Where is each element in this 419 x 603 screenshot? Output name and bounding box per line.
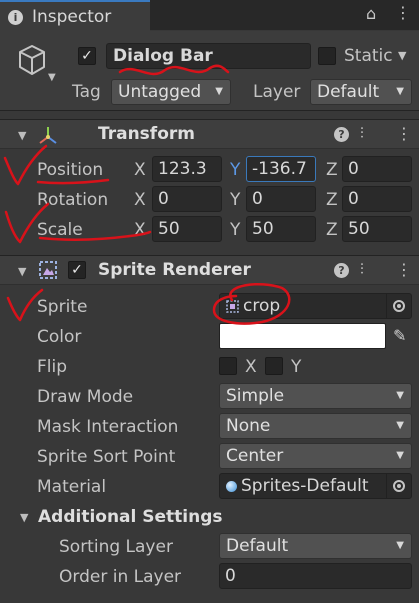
sorting-layer-dropdown[interactable]: Default ▼ — [219, 533, 412, 559]
icon-dropdown-arrow-icon[interactable]: ▼ — [48, 73, 56, 83]
tag-dropdown[interactable]: Untagged ▼ — [111, 79, 231, 105]
position-label: Position — [37, 160, 104, 180]
draw-mode-label: Draw Mode — [37, 387, 134, 407]
kebab-menu-icon[interactable]: ⋮ — [395, 5, 411, 21]
object-picker-icon[interactable] — [386, 474, 411, 498]
mask-interaction-dropdown[interactable]: None ▼ — [219, 413, 412, 439]
mask-interaction-value: None — [226, 416, 271, 436]
preset-sliders-icon[interactable]: ⫶ — [360, 126, 364, 141]
additional-settings-title[interactable]: Additional Settings — [38, 509, 223, 526]
kebab-menu-icon[interactable]: ⋮ — [396, 262, 412, 278]
axis-z-label[interactable]: Z — [326, 192, 338, 209]
position-x-field[interactable]: 123.3 — [152, 156, 222, 182]
axis-y-label[interactable]: Y — [230, 222, 240, 239]
flip-label: Flip — [37, 357, 68, 377]
scale-x-field[interactable]: 50 — [152, 216, 222, 242]
chevron-down-icon: ▼ — [396, 420, 404, 431]
rotation-z-field[interactable]: 0 — [342, 186, 412, 212]
object-name-field[interactable]: Dialog Bar — [106, 43, 311, 69]
position-y-field[interactable]: -136.7 — [246, 156, 316, 182]
sprite-renderer-enabled-checkbox[interactable]: ✓ — [68, 261, 86, 279]
sprite-object-field[interactable]: crop — [219, 293, 412, 319]
axis-z-label[interactable]: Z — [326, 162, 338, 179]
axis-x-label[interactable]: X — [134, 162, 146, 179]
layer-value: Default — [317, 82, 380, 102]
chevron-down-icon: ▼ — [396, 86, 404, 97]
order-in-layer-label: Order in Layer — [59, 567, 182, 587]
layer-label: Layer — [253, 82, 301, 102]
help-icon[interactable]: ? — [334, 263, 349, 278]
sprite-sort-point-dropdown[interactable]: Center ▼ — [219, 443, 412, 469]
sprite-label: Sprite — [37, 297, 88, 317]
layer-dropdown[interactable]: Default ▼ — [310, 79, 412, 105]
foldout-arrow-icon[interactable]: ▼ — [20, 512, 28, 523]
flip-y-label: Y — [291, 357, 302, 377]
flip-y-checkbox[interactable] — [265, 357, 283, 375]
sorting-layer-label: Sorting Layer — [59, 537, 173, 557]
rotation-label: Rotation — [37, 190, 109, 210]
inspector-tab[interactable]: i Inspector — [0, 0, 150, 31]
tag-label: Tag — [72, 82, 101, 102]
rotation-x-field[interactable]: 0 — [152, 186, 222, 212]
foldout-arrow-icon[interactable]: ▼ — [18, 266, 26, 277]
scale-label: Scale — [37, 220, 83, 240]
mask-interaction-label: Mask Interaction — [37, 417, 179, 437]
flip-x-checkbox[interactable] — [219, 357, 237, 375]
material-label: Material — [37, 477, 107, 497]
sprite-sort-point-value: Center — [226, 446, 284, 466]
static-checkbox[interactable] — [318, 47, 336, 65]
order-in-layer-field[interactable]: 0 — [219, 563, 412, 589]
draw-mode-value: Simple — [226, 386, 285, 406]
sprite-sort-point-label: Sprite Sort Point — [37, 447, 176, 467]
scale-y-field[interactable]: 50 — [246, 216, 316, 242]
transform-axes-icon — [39, 127, 57, 144]
tab-label: Inspector — [32, 7, 112, 27]
draw-mode-dropdown[interactable]: Simple ▼ — [219, 383, 412, 409]
active-checkbox[interactable]: ✓ — [78, 47, 96, 65]
axis-z-label[interactable]: Z — [326, 222, 338, 239]
flip-x-label: X — [245, 357, 257, 377]
lock-icon[interactable]: ⌂ — [366, 6, 376, 22]
sprite-value: crop — [243, 296, 281, 316]
info-icon: i — [8, 10, 23, 25]
chevron-down-icon: ▼ — [215, 86, 223, 97]
foldout-arrow-icon[interactable]: ▼ — [18, 130, 26, 141]
object-picker-icon[interactable] — [386, 294, 411, 318]
transform-title: Transform — [98, 124, 195, 144]
gameobject-cube-icon[interactable] — [18, 44, 46, 76]
sprite-renderer-icon — [39, 261, 57, 279]
axis-y-label[interactable]: Y — [230, 192, 240, 209]
chevron-down-icon: ▼ — [396, 540, 404, 551]
material-object-field[interactable]: Sprites-Default — [219, 473, 412, 499]
material-sphere-icon — [226, 481, 237, 492]
color-label: Color — [37, 327, 82, 347]
sprite-renderer-title: Sprite Renderer — [98, 260, 251, 280]
sprite-asset-icon — [226, 300, 239, 313]
chevron-down-icon: ▼ — [396, 450, 404, 461]
position-z-field[interactable]: 0 — [342, 156, 412, 182]
preset-sliders-icon[interactable]: ⫶ — [360, 262, 364, 277]
rotation-y-field[interactable]: 0 — [246, 186, 316, 212]
axis-y-label[interactable]: Y — [230, 162, 240, 179]
static-dropdown-arrow-icon[interactable]: ▼ — [398, 50, 406, 61]
kebab-menu-icon[interactable]: ⋮ — [396, 126, 412, 142]
sorting-layer-value: Default — [226, 536, 289, 556]
axis-x-label[interactable]: X — [134, 192, 146, 209]
static-label: Static — [344, 46, 393, 66]
material-value: Sprites-Default — [241, 476, 369, 496]
eyedropper-icon[interactable]: ✎ — [393, 328, 406, 344]
axis-x-label[interactable]: X — [134, 222, 146, 239]
tag-value: Untagged — [118, 82, 202, 102]
chevron-down-icon: ▼ — [396, 390, 404, 401]
help-icon[interactable]: ? — [334, 127, 349, 142]
transform-header[interactable] — [0, 119, 419, 149]
color-swatch[interactable] — [219, 323, 386, 349]
scale-z-field[interactable]: 50 — [342, 216, 412, 242]
